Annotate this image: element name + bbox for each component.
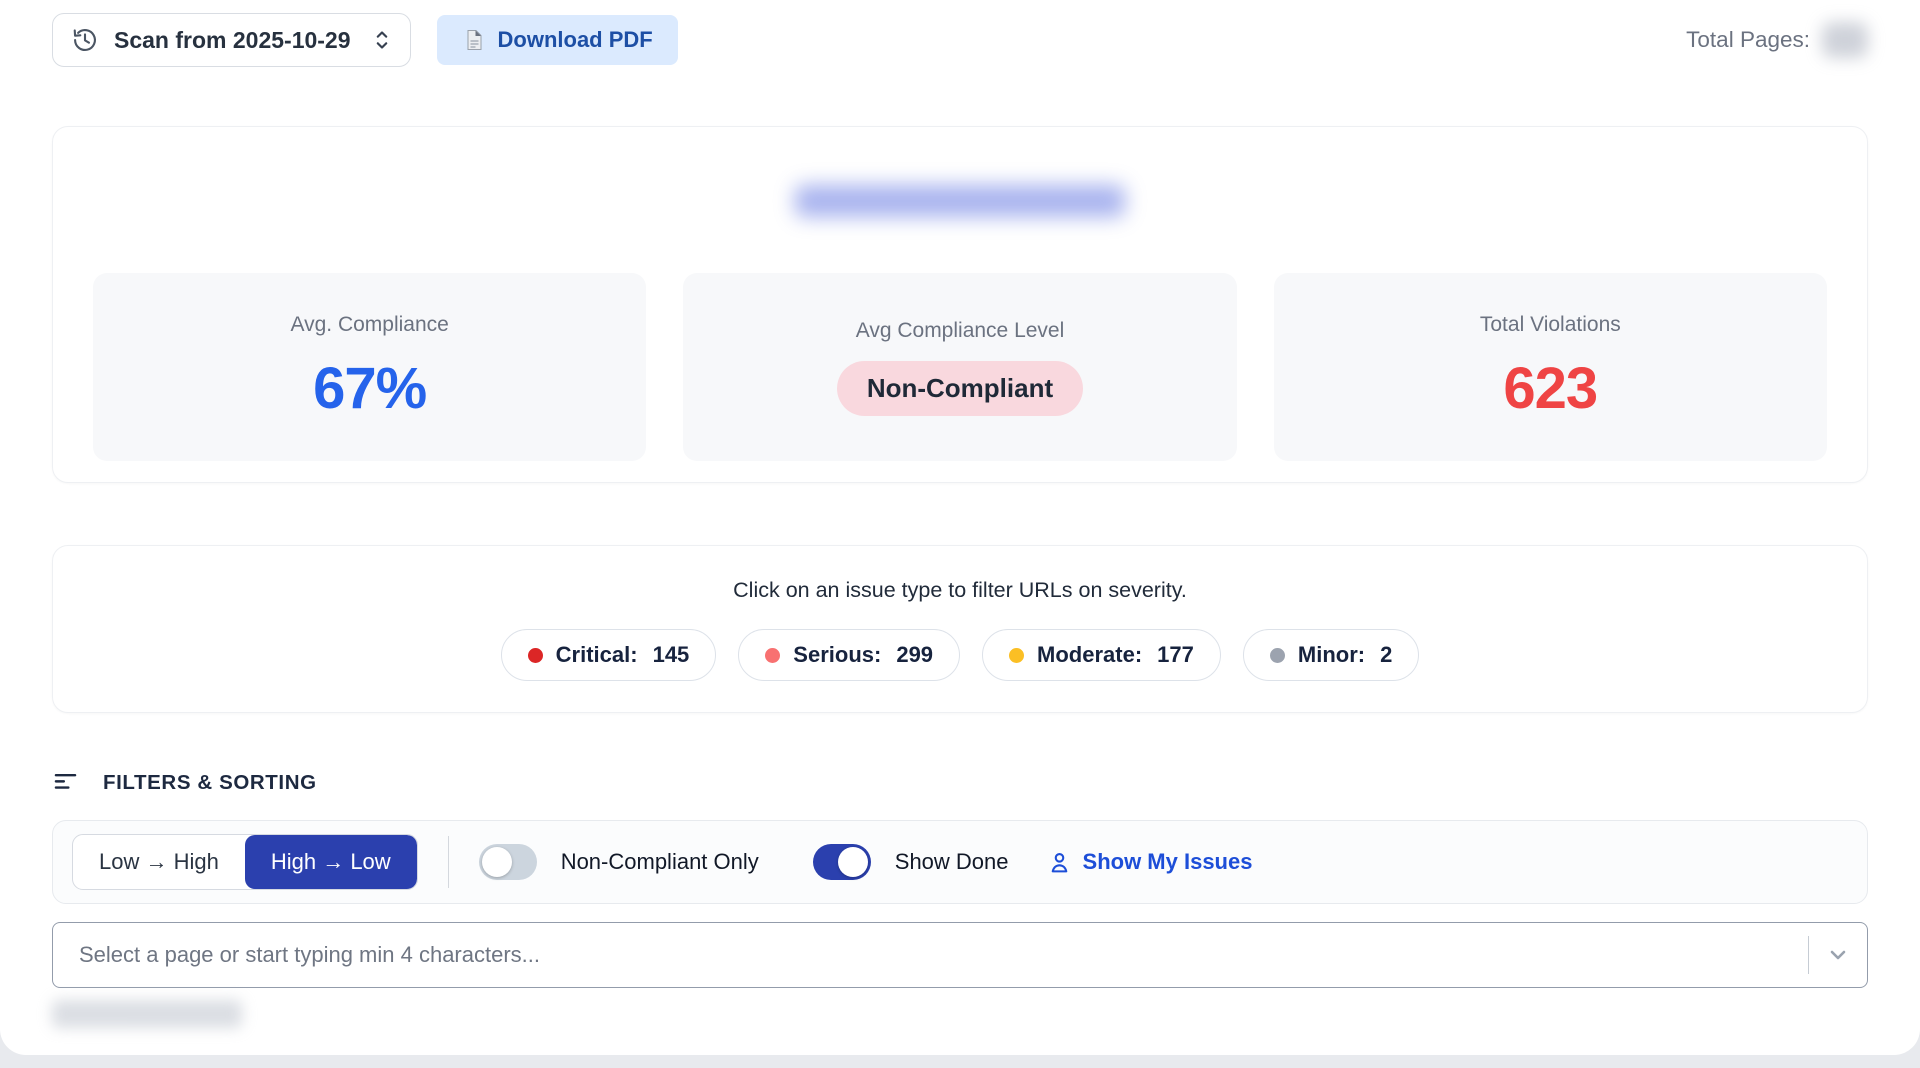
filters-heading-label: FILTERS & SORTING [103, 771, 317, 795]
sort-low-high-button[interactable]: Low → High [73, 835, 245, 889]
scan-date-selector[interactable]: Scan from 2025-10-29 [52, 13, 411, 67]
scan-date-label: Scan from 2025-10-29 [114, 27, 351, 54]
severity-instruction: Click on an issue type to filter URLs on… [53, 578, 1867, 603]
compliance-level-badge: Non-Compliant [837, 361, 1083, 416]
footnote-text-redacted [52, 1000, 242, 1028]
show-done-toggle[interactable] [813, 844, 871, 880]
summary-stats-row: Avg. Compliance 67% Avg Compliance Level… [93, 273, 1827, 461]
summary-card: Avg. Compliance 67% Avg Compliance Level… [52, 126, 1868, 483]
severity-label: Critical: [556, 642, 638, 668]
severity-count: 299 [896, 642, 933, 668]
avg-compliance-value: 67% [313, 355, 426, 422]
severity-label: Moderate: [1037, 642, 1142, 668]
stat-card-total-violations: Total Violations 623 [1274, 273, 1827, 461]
page-select-input[interactable] [53, 923, 1808, 987]
filter-bar: Low → High High → Low Non-Compliant Only… [52, 820, 1868, 904]
severity-filter-card: Click on an issue type to filter URLs on… [52, 545, 1868, 713]
filter-sort-icon [52, 769, 79, 796]
total-pages-value-redacted [1822, 22, 1868, 58]
severity-pill-critical[interactable]: Critical: 145 [501, 629, 717, 681]
stat-label: Avg. Compliance [290, 313, 448, 337]
stat-label: Total Violations [1480, 313, 1621, 337]
severity-pill-serious[interactable]: Serious: 299 [738, 629, 960, 681]
stat-label: Avg Compliance Level [856, 319, 1065, 343]
severity-pill-minor[interactable]: Minor: 2 [1243, 629, 1419, 681]
total-pages: Total Pages: [1686, 22, 1868, 58]
report-title-link-redacted[interactable] [795, 185, 1125, 217]
sort-high-low-button[interactable]: High → Low [245, 835, 417, 889]
severity-count: 2 [1380, 642, 1392, 668]
serious-dot-icon [765, 648, 780, 663]
total-violations-value: 623 [1503, 355, 1597, 422]
total-pages-label: Total Pages: [1686, 27, 1810, 53]
history-icon [71, 26, 99, 54]
top-toolbar: Scan from 2025-10-29 Download PDF Total … [52, 12, 1868, 68]
minor-dot-icon [1270, 648, 1285, 663]
download-pdf-button[interactable]: Download PDF [437, 15, 678, 65]
non-compliant-only-label: Non-Compliant Only [561, 849, 759, 875]
show-my-issues-label: Show My Issues [1083, 849, 1253, 875]
page-select-combobox [52, 922, 1868, 988]
pdf-file-icon [462, 28, 486, 52]
chevron-down-icon[interactable] [1809, 943, 1867, 967]
download-pdf-label: Download PDF [498, 27, 653, 53]
stat-card-compliance-level: Avg Compliance Level Non-Compliant [683, 273, 1236, 461]
severity-count: 177 [1157, 642, 1194, 668]
dashboard-page: Scan from 2025-10-29 Download PDF Total … [0, 0, 1920, 1055]
severity-count: 145 [653, 642, 690, 668]
show-my-issues-button[interactable]: Show My Issues [1047, 849, 1253, 875]
filter-bar-divider [448, 836, 449, 888]
filters-sorting-heading: FILTERS & SORTING [52, 769, 1868, 796]
moderate-dot-icon [1009, 648, 1024, 663]
severity-pill-row: Critical: 145 Serious: 299 Moderate: 177… [53, 629, 1867, 681]
severity-pill-moderate[interactable]: Moderate: 177 [982, 629, 1221, 681]
up-down-caret-icon [372, 27, 392, 53]
severity-label: Minor: [1298, 642, 1365, 668]
severity-label: Serious: [793, 642, 881, 668]
show-done-label: Show Done [895, 849, 1009, 875]
person-icon [1047, 850, 1072, 875]
critical-dot-icon [528, 648, 543, 663]
non-compliant-only-toggle[interactable] [479, 844, 537, 880]
stat-card-avg-compliance: Avg. Compliance 67% [93, 273, 646, 461]
sort-order-segmented-control: Low → High High → Low [72, 834, 418, 890]
